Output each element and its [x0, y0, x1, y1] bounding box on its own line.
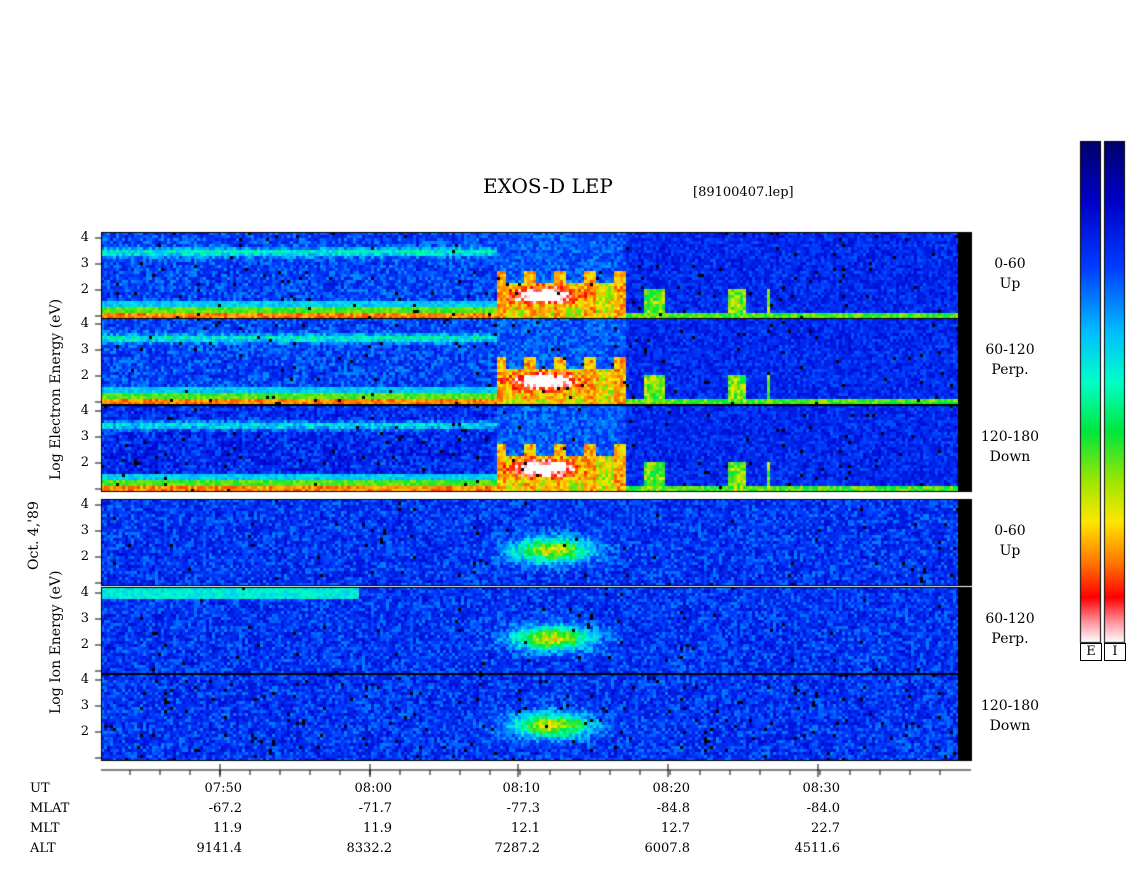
pitch-angle-label: 0-60	[994, 256, 1026, 272]
direction-label: Up	[999, 276, 1021, 292]
y-tick-label: 2	[80, 368, 89, 383]
ephemeris-cell: 4511.6	[794, 841, 841, 856]
y-tick-label: 4	[80, 585, 89, 600]
direction-label: Perp.	[991, 631, 1029, 647]
ephemeris-cell: 11.9	[363, 821, 392, 836]
panel-label: 120-180 Down	[975, 427, 1045, 467]
y-tick-label: 3	[80, 256, 89, 271]
ephemeris-row-label: ALT	[30, 841, 56, 856]
y-tick-label: 3	[80, 611, 89, 626]
y-tick-label: 4	[80, 403, 89, 418]
file-name: [89100407.lep]	[693, 185, 794, 200]
ephemeris-cell: 08:30	[802, 781, 840, 796]
pitch-angle-label: 60-120	[985, 342, 1035, 358]
ephemeris-row-label: MLAT	[30, 801, 70, 816]
y-tick-label: 4	[80, 672, 89, 687]
ephemeris-row-label: MLT	[30, 821, 60, 836]
panel-label: 60-120 Perp.	[975, 609, 1045, 649]
colorbar-label-i: I	[1104, 643, 1126, 661]
ephemeris-cell: 07:50	[204, 781, 242, 796]
direction-label: Perp.	[991, 362, 1029, 378]
direction-label: Up	[999, 543, 1021, 559]
y-tick-label: 4	[80, 230, 89, 245]
ephemeris-cell: -71.7	[358, 801, 392, 816]
ephemeris-cell: 7287.2	[494, 841, 541, 856]
ephemeris-cell: 08:10	[502, 781, 540, 796]
ephemeris-cell: 9141.4	[196, 841, 243, 856]
panel-label: 0-60 Up	[975, 254, 1045, 294]
y-tick-label: 2	[80, 549, 89, 564]
y-tick-label: 4	[80, 497, 89, 512]
ephemeris-cell: -67.2	[208, 801, 242, 816]
y-tick-label: 3	[80, 429, 89, 444]
colorbar-label-e: E	[1080, 643, 1102, 661]
panel-label: 120-180 Down	[975, 696, 1045, 736]
ephemeris-cell: 08:20	[652, 781, 690, 796]
ephemeris-cell: 08:00	[354, 781, 392, 796]
ephemeris-row-label: UT	[30, 781, 50, 796]
direction-label: Down	[989, 449, 1031, 465]
ephemeris-cell: -84.8	[656, 801, 690, 816]
y-tick-label: 3	[80, 342, 89, 357]
y-tick-label: 3	[80, 523, 89, 538]
chart-title: EXOS-D LEP	[483, 174, 613, 198]
ephemeris-cell: 11.9	[213, 821, 242, 836]
y-tick-label: 4	[80, 316, 89, 331]
ephemeris-cell: 12.7	[661, 821, 690, 836]
ephemeris-cell: 22.7	[811, 821, 840, 836]
y-tick-label: 2	[80, 724, 89, 739]
ephemeris-cell: 8332.2	[346, 841, 393, 856]
pitch-angle-label: 0-60	[994, 523, 1026, 539]
ephemeris-cell: 12.1	[511, 821, 540, 836]
y-tick-label: 2	[80, 455, 89, 470]
panel-label: 60-120 Perp.	[975, 340, 1045, 380]
y-tick-label: 3	[80, 698, 89, 713]
ephemeris-cell: -84.0	[806, 801, 840, 816]
pitch-angle-label: 60-120	[985, 611, 1035, 627]
panel-label: 0-60 Up	[975, 521, 1045, 561]
direction-label: Down	[989, 718, 1031, 734]
y-tick-label: 2	[80, 282, 89, 297]
ephemeris-cell: 6007.8	[644, 841, 691, 856]
ephemeris-cell: -77.3	[506, 801, 540, 816]
pitch-angle-label: 120-180	[980, 698, 1040, 714]
y-tick-label: 2	[80, 637, 89, 652]
pitch-angle-label: 120-180	[980, 429, 1040, 445]
spectrogram-canvas	[0, 0, 1130, 875]
